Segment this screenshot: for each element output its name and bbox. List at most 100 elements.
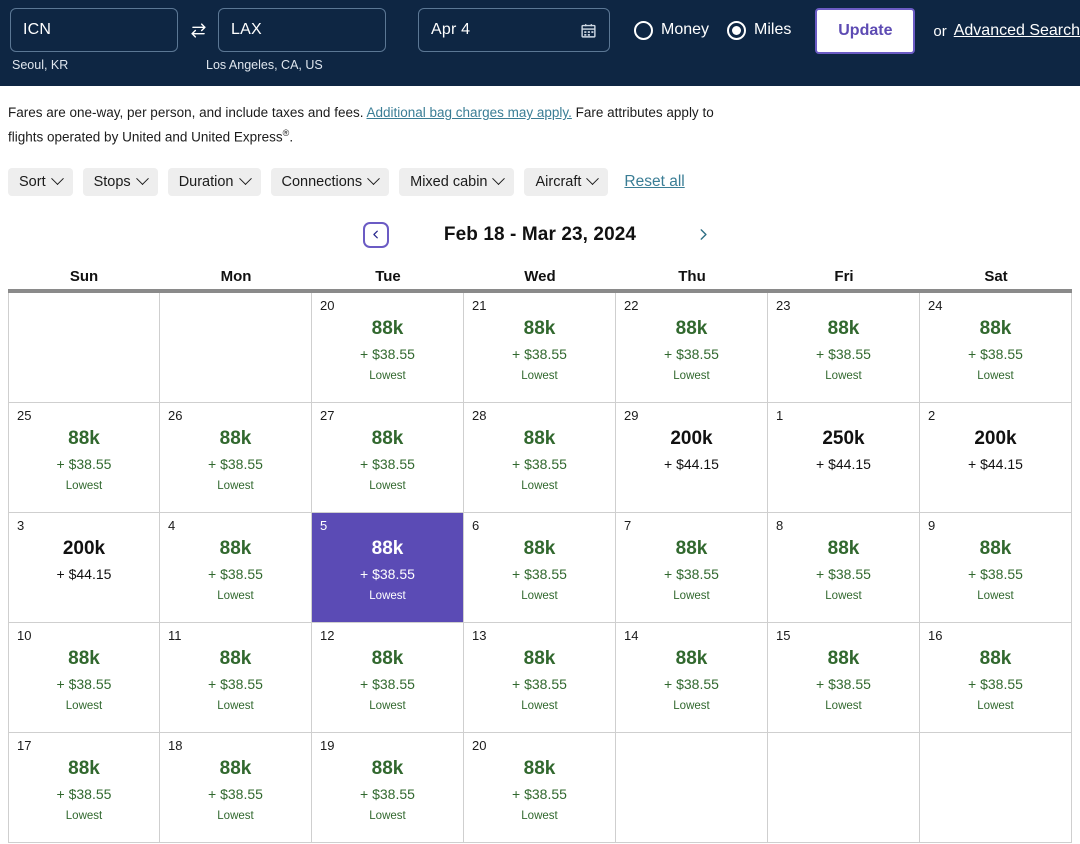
date-range-nav: Feb 18 - Mar 23, 2024 [0, 218, 1080, 252]
day-number: 16 [928, 628, 942, 643]
weekday-header-row: Sun Mon Tue Wed Thu Fri Sat [8, 268, 1072, 285]
filter-connections[interactable]: Connections [271, 168, 390, 196]
destination-sublabel: Los Angeles, CA, US [206, 58, 323, 72]
destination-input[interactable]: LAX [218, 8, 386, 52]
fare-info: 88k+ $38.55Lowest [17, 410, 151, 493]
calendar-day-cell[interactable]: 988k+ $38.55Lowest [920, 513, 1072, 622]
origin-input[interactable]: ICN [10, 8, 178, 52]
lowest-fare-badge: Lowest [17, 479, 151, 493]
calendar-weeks: 2088k+ $38.55Lowest2188k+ $38.55Lowest22… [8, 289, 1072, 843]
fare-info: 88k+ $38.55Lowest [17, 630, 151, 713]
calendar-day-cell[interactable]: 2888k+ $38.55Lowest [464, 403, 616, 512]
calendar-day-cell[interactable]: 1788k+ $38.55Lowest [8, 733, 160, 842]
calendar-day-cell[interactable]: 1188k+ $38.55Lowest [160, 623, 312, 732]
fare-info: 88k+ $38.55Lowest [928, 630, 1063, 713]
calendar-week-row: 1088k+ $38.55Lowest1188k+ $38.55Lowest12… [8, 623, 1072, 733]
day-number: 2 [928, 408, 935, 423]
update-button[interactable]: Update [815, 8, 915, 54]
filter-sort[interactable]: Sort [8, 168, 73, 196]
calendar-day-cell[interactable]: 788k+ $38.55Lowest [616, 513, 768, 622]
filter-mixed-cabin[interactable]: Mixed cabin [399, 168, 514, 196]
day-number: 26 [168, 408, 182, 423]
calendar-day-cell[interactable]: 26 88k + $38.55 Lowest [160, 403, 312, 512]
day-number: 15 [776, 628, 790, 643]
calendar-day-cell[interactable]: 29200k+ $44.15 [616, 403, 768, 512]
destination-value: LAX [231, 21, 262, 39]
radio-miles[interactable]: Miles [727, 21, 791, 40]
reset-all-link[interactable]: Reset all [624, 173, 684, 191]
date-input[interactable]: Apr 4 [418, 8, 610, 52]
calendar-day-cell[interactable]: 2388k+ $38.55Lowest [768, 293, 920, 402]
fare-info: 88k+ $38.55Lowest [320, 630, 455, 713]
calendar-day-cell[interactable]: 1288k+ $38.55Lowest [312, 623, 464, 732]
fare-miles: 88k [168, 428, 303, 450]
fare-taxes-fees: + $38.55 [168, 456, 303, 473]
calendar-day-cell[interactable]: 1888k+ $38.55Lowest [160, 733, 312, 842]
calendar-day-cell[interactable]: 1588k+ $38.55Lowest [768, 623, 920, 732]
calendar-day-cell[interactable]: 2188k+ $38.55Lowest [464, 293, 616, 402]
fare-miles: 88k [776, 538, 911, 560]
bag-charges-link[interactable]: Additional bag charges may apply. [366, 105, 571, 120]
fare-miles: 88k [320, 538, 455, 560]
calendar-week-row: 1788k+ $38.55Lowest1888k+ $38.55Lowest19… [8, 733, 1072, 843]
day-number: 22 [624, 298, 638, 313]
calendar-day-cell[interactable]: 2488k+ $38.55Lowest [920, 293, 1072, 402]
fare-info: 88k+ $38.55Lowest [776, 520, 911, 603]
filter-stops[interactable]: Stops [83, 168, 158, 196]
calendar-day-cell[interactable]: 488k+ $38.55Lowest [160, 513, 312, 622]
calendar-day-cell[interactable]: 2788k+ $38.55Lowest [312, 403, 464, 512]
filter-duration[interactable]: Duration [168, 168, 261, 196]
day-number: 28 [472, 408, 486, 423]
fare-miles: 88k [17, 648, 151, 670]
calendar-day-cell[interactable]: 2288k+ $38.55Lowest [616, 293, 768, 402]
calendar-cell-empty [768, 733, 920, 842]
calendar-day-cell[interactable]: 688k+ $38.55Lowest [464, 513, 616, 622]
fare-miles: 88k [168, 538, 303, 560]
fare-info: 88k+ $38.55Lowest [472, 740, 607, 823]
calendar-glyph [580, 22, 597, 39]
fare-info: 200k+ $44.15 [624, 410, 759, 473]
origin-value: ICN [23, 21, 51, 39]
fare-taxes-fees: + $44.15 [17, 566, 151, 583]
fare-taxes-fees: + $38.55 [776, 346, 911, 363]
prev-dates-button[interactable] [363, 222, 389, 248]
calendar-day-cell[interactable]: 2200k+ $44.15 [920, 403, 1072, 512]
filter-bar: Sort Stops Duration Connections Mixed ca… [8, 168, 1080, 196]
chevron-right-icon [696, 226, 710, 243]
day-number: 24 [928, 298, 942, 313]
calendar-day-cell[interactable]: 1088k+ $38.55Lowest [8, 623, 160, 732]
calendar-day-cell[interactable]: 1488k+ $38.55Lowest [616, 623, 768, 732]
fare-miles: 88k [320, 318, 455, 340]
fare-miles: 88k [472, 538, 607, 560]
calendar-day-cell[interactable]: 1988k+ $38.55Lowest [312, 733, 464, 842]
lowest-fare-badge: Lowest [168, 479, 303, 493]
calendar-day-cell[interactable]: 1250k+ $44.15 [768, 403, 920, 512]
origin-sublabel: Seoul, KR [12, 58, 68, 72]
calendar-day-cell[interactable]: 2088k+ $38.55Lowest [312, 293, 464, 402]
calendar-day-cell[interactable]: 1688k+ $38.55Lowest [920, 623, 1072, 732]
fare-taxes-fees: + $38.55 [776, 676, 911, 693]
calendar-day-cell[interactable]: 3200k+ $44.15 [8, 513, 160, 622]
calendar-day-cell[interactable]: 888k+ $38.55Lowest [768, 513, 920, 622]
calendar-day-cell[interactable]: 588k+ $38.55Lowest [312, 513, 464, 622]
lowest-fare-badge: Lowest [472, 699, 607, 713]
lowest-fare-badge: Lowest [928, 699, 1063, 713]
fare-miles: 88k [168, 758, 303, 780]
advanced-search-link[interactable]: Advanced Search [954, 22, 1080, 40]
next-dates-button[interactable] [690, 222, 716, 248]
calendar-week-row: 3200k+ $44.15488k+ $38.55Lowest588k+ $38… [8, 513, 1072, 623]
calendar-day-cell[interactable]: 2088k+ $38.55Lowest [464, 733, 616, 842]
fare-info: 88k+ $38.55Lowest [624, 300, 759, 383]
date-range-title: Feb 18 - Mar 23, 2024 [444, 224, 636, 246]
calendar-day-cell[interactable]: 2588k+ $38.55Lowest [8, 403, 160, 512]
radio-money[interactable]: Money [634, 21, 709, 40]
fare-miles: 88k [928, 538, 1063, 560]
fare-info: 88k+ $38.55Lowest [624, 520, 759, 603]
fare-taxes-fees: + $38.55 [17, 676, 151, 693]
lowest-fare-badge: Lowest [320, 369, 455, 383]
fare-taxes-fees: + $38.55 [472, 786, 607, 803]
fare-taxes-fees: + $38.55 [928, 346, 1063, 363]
filter-aircraft[interactable]: Aircraft [524, 168, 608, 196]
swap-arrows-icon[interactable] [178, 8, 218, 52]
calendar-day-cell[interactable]: 1388k+ $38.55Lowest [464, 623, 616, 732]
